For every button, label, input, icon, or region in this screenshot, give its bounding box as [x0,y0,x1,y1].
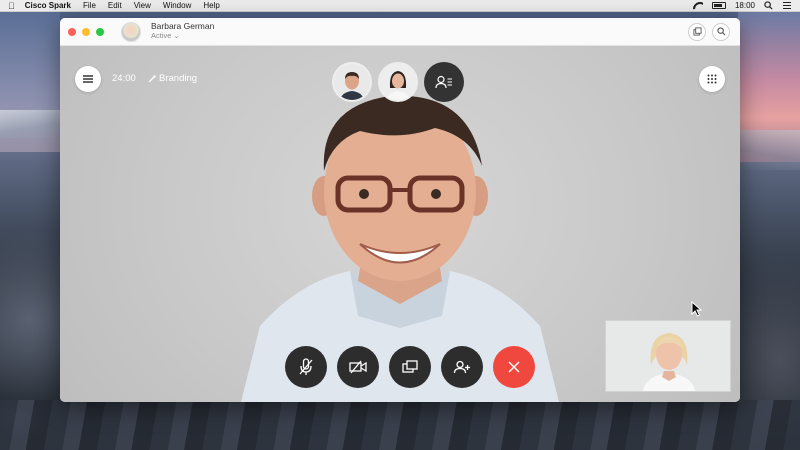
microphone-muted-icon [299,358,313,375]
mouse-cursor-icon [691,301,703,317]
close-window-button[interactable] [68,27,76,36]
participant-avatar-man[interactable] [332,62,372,102]
participant-avatar-woman[interactable] [378,62,418,102]
desktop-rocks [0,400,800,450]
branding-link[interactable]: Branding [148,73,197,84]
menu-help[interactable]: Help [203,0,219,12]
battery-icon[interactable] [711,2,726,9]
end-call-button[interactable] [493,346,535,388]
participant-list [332,62,464,102]
mute-button[interactable] [285,346,327,388]
zoom-window-button[interactable] [96,27,104,36]
menu-file[interactable]: File [83,0,96,12]
menu-bar:  Cisco Spark File Edit View Window Help… [0,0,800,12]
contact-status[interactable]: Active ⌄ [151,31,214,42]
keypad-icon [707,74,717,84]
search-icon [716,27,725,36]
menu-view[interactable]: View [134,0,151,12]
remote-video: 24:00 Branding [60,46,740,402]
desktop-snow-right [738,130,800,170]
keypad-button[interactable] [699,66,725,92]
participant-man-image [334,64,370,100]
call-timer: 24:00 [112,73,136,84]
minimize-window-button[interactable] [82,27,90,36]
desktop-snow-left [0,110,60,138]
contact-name: Barbara German [151,21,215,31]
self-view[interactable] [605,320,731,392]
roster-icon [435,75,452,89]
search-icon[interactable] [764,1,773,10]
branding-label: Branding [159,73,198,84]
participant-woman-image [380,64,416,100]
close-icon [508,361,520,373]
menu-window[interactable]: Window [163,0,191,12]
hamburger-icon [83,75,93,83]
wifi-icon[interactable] [693,2,703,10]
contact-avatar[interactable] [121,21,141,42]
window-controls [68,27,104,36]
apple-icon[interactable]:  [8,0,15,12]
popout-icon [692,27,702,36]
add-person-icon [453,360,470,374]
add-participant-button[interactable] [441,346,483,388]
title-actions [688,22,730,41]
menu-app-name[interactable]: Cisco Spark [25,0,71,12]
share-screen-button[interactable] [389,346,431,388]
menu-button[interactable] [75,66,101,92]
share-screen-icon [402,360,418,373]
popout-button[interactable] [688,22,706,41]
notification-center-icon[interactable] [782,1,792,10]
contact-info[interactable]: Barbara German Active ⌄ [151,21,214,42]
brush-icon [148,74,156,82]
menu-edit[interactable]: Edit [108,0,122,12]
camera-off-icon [349,360,367,374]
chevron-down-icon: ⌄ [173,33,180,40]
app-window: Barbara German Active ⌄ 24:00 Branding [60,18,740,402]
video-toggle-button[interactable] [337,346,379,388]
contact-status-label: Active [151,31,172,40]
call-controls [285,346,535,388]
title-bar: Barbara German Active ⌄ [60,18,740,46]
participants-roster-button[interactable] [424,62,464,102]
search-button[interactable] [712,22,730,41]
self-view-image [606,321,730,391]
menubar-clock[interactable]: 18:00 [735,1,755,10]
